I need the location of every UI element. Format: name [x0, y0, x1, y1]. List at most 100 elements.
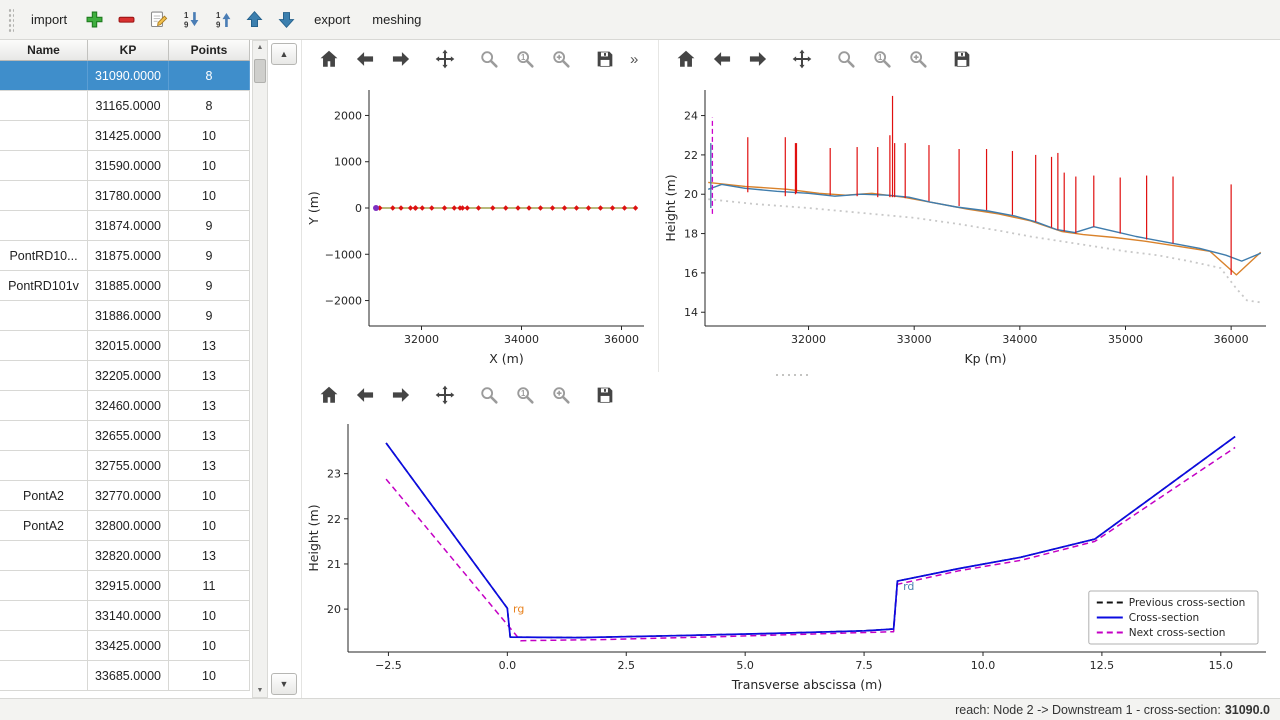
svg-text:0: 0: [355, 202, 362, 215]
save-button[interactable]: [947, 44, 977, 74]
pan-button[interactable]: [430, 380, 460, 410]
sort-ascending-icon: 19: [212, 9, 233, 30]
cell-kp: 33685.0000: [88, 661, 169, 690]
plan-view-chart[interactable]: 320003400036000−2000−1000010002000X (m)Y…: [302, 78, 658, 372]
table-row[interactable]: 31590.000010: [0, 151, 250, 181]
table-row[interactable]: 31874.00009: [0, 211, 250, 241]
sort-descending-button[interactable]: 19: [176, 5, 205, 34]
forward-button[interactable]: [743, 44, 773, 74]
home-button[interactable]: [314, 380, 344, 410]
save-icon: [951, 48, 973, 70]
column-header-points[interactable]: Points: [169, 40, 250, 60]
cell-points: 11: [169, 571, 250, 600]
table-row[interactable]: 31886.00009: [0, 301, 250, 331]
scrollbar-thumb[interactable]: [254, 59, 266, 83]
cell-points: 10: [169, 631, 250, 660]
svg-text:36000: 36000: [1214, 333, 1249, 346]
move-up-button[interactable]: [240, 5, 269, 34]
cross-section-chart[interactable]: −2.50.02.55.07.510.012.515.020212223Tran…: [302, 412, 1280, 698]
column-header-name[interactable]: Name: [0, 40, 88, 60]
cell-points: 13: [169, 331, 250, 360]
table-row[interactable]: 32755.000013: [0, 451, 250, 481]
edit-button[interactable]: [144, 5, 173, 34]
zoom-original-icon: 1: [871, 48, 893, 70]
menu-meshing[interactable]: meshing: [363, 7, 430, 32]
cross-section-panel: 1 −2.50.02.55.07.510.012.515.020212223Tr…: [302, 378, 1280, 698]
cell-name: [0, 391, 88, 420]
svg-text:5.0: 5.0: [736, 659, 754, 672]
zoom-button[interactable]: [474, 380, 504, 410]
scrollbar-track[interactable]: [253, 54, 267, 684]
table-row[interactable]: 31165.00008: [0, 91, 250, 121]
move-down-button[interactable]: [272, 5, 301, 34]
table-row[interactable]: 31780.000010: [0, 181, 250, 211]
zoom-button[interactable]: [474, 44, 504, 74]
zoom-button[interactable]: [831, 44, 861, 74]
back-icon: [354, 48, 376, 70]
back-button[interactable]: [350, 380, 380, 410]
scrollbar-up-icon[interactable]: ▲: [253, 41, 267, 54]
save-icon: [594, 48, 616, 70]
table-scrollbar[interactable]: ▲ ▼: [252, 40, 268, 698]
table-row[interactable]: 33425.000010: [0, 631, 250, 661]
table-row[interactable]: 32915.000011: [0, 571, 250, 601]
cell-name: [0, 91, 88, 120]
table-row[interactable]: 33140.000010: [0, 601, 250, 631]
long-profile-chart[interactable]: 3200033000340003500036000141618202224Kp …: [659, 78, 1280, 372]
add-button[interactable]: [80, 5, 109, 34]
save-icon: [594, 384, 616, 406]
toolbar-overflow-chevron[interactable]: »: [630, 51, 638, 68]
svg-text:1: 1: [521, 389, 526, 398]
table-row[interactable]: 32015.000013: [0, 331, 250, 361]
sort-descending-icon: 19: [180, 9, 201, 30]
zoom-original-button[interactable]: 1: [867, 44, 897, 74]
forward-button[interactable]: [386, 44, 416, 74]
table-row[interactable]: 33685.000010: [0, 661, 250, 691]
zoom-original-button[interactable]: 1: [510, 380, 540, 410]
home-button[interactable]: [671, 44, 701, 74]
table-header: Name KP Points: [0, 40, 250, 61]
menu-import[interactable]: import: [22, 7, 76, 32]
svg-text:Next cross-section: Next cross-section: [1129, 627, 1226, 639]
toolbar-drag-handle[interactable]: [8, 8, 14, 32]
table-row[interactable]: 32460.000013: [0, 391, 250, 421]
zoom-rect-button[interactable]: [903, 44, 933, 74]
table-row[interactable]: PontRD101v31885.00009: [0, 271, 250, 301]
home-button[interactable]: [314, 44, 344, 74]
menu-export[interactable]: export: [305, 7, 359, 32]
back-button[interactable]: [350, 44, 380, 74]
pan-button[interactable]: [430, 44, 460, 74]
cell-kp: 32460.0000: [88, 391, 169, 420]
table-row[interactable]: PontA232800.000010: [0, 511, 250, 541]
table-row[interactable]: 32820.000013: [0, 541, 250, 571]
save-button[interactable]: [590, 44, 620, 74]
table-row[interactable]: 31090.00008: [0, 61, 250, 91]
forward-button[interactable]: [386, 380, 416, 410]
svg-text:36000: 36000: [604, 333, 639, 346]
cell-kp: 31590.0000: [88, 151, 169, 180]
svg-text:9: 9: [184, 20, 189, 29]
cell-kp: 32205.0000: [88, 361, 169, 390]
table-row[interactable]: 32205.000013: [0, 361, 250, 391]
svg-text:33000: 33000: [897, 333, 932, 346]
table-row[interactable]: PontA232770.000010: [0, 481, 250, 511]
save-button[interactable]: [590, 380, 620, 410]
cell-points: 9: [169, 271, 250, 300]
svg-text:12.5: 12.5: [1090, 659, 1115, 672]
svg-text:−2000: −2000: [325, 295, 362, 308]
table-row[interactable]: 31425.000010: [0, 121, 250, 151]
remove-button[interactable]: [112, 5, 141, 34]
pan-button[interactable]: [787, 44, 817, 74]
sort-ascending-button[interactable]: 19: [208, 5, 237, 34]
zoom-rect-button[interactable]: [546, 44, 576, 74]
zoom-rect-button[interactable]: [546, 380, 576, 410]
back-button[interactable]: [707, 44, 737, 74]
table-row[interactable]: 32655.000013: [0, 421, 250, 451]
cell-points: 10: [169, 511, 250, 540]
table-row[interactable]: PontRD10...31875.00009: [0, 241, 250, 271]
scrollbar-down-icon[interactable]: ▼: [253, 684, 267, 697]
row-up-button[interactable]: ▲: [271, 43, 297, 65]
zoom-original-button[interactable]: 1: [510, 44, 540, 74]
row-down-button[interactable]: ▼: [271, 673, 297, 695]
column-header-kp[interactable]: KP: [88, 40, 169, 60]
